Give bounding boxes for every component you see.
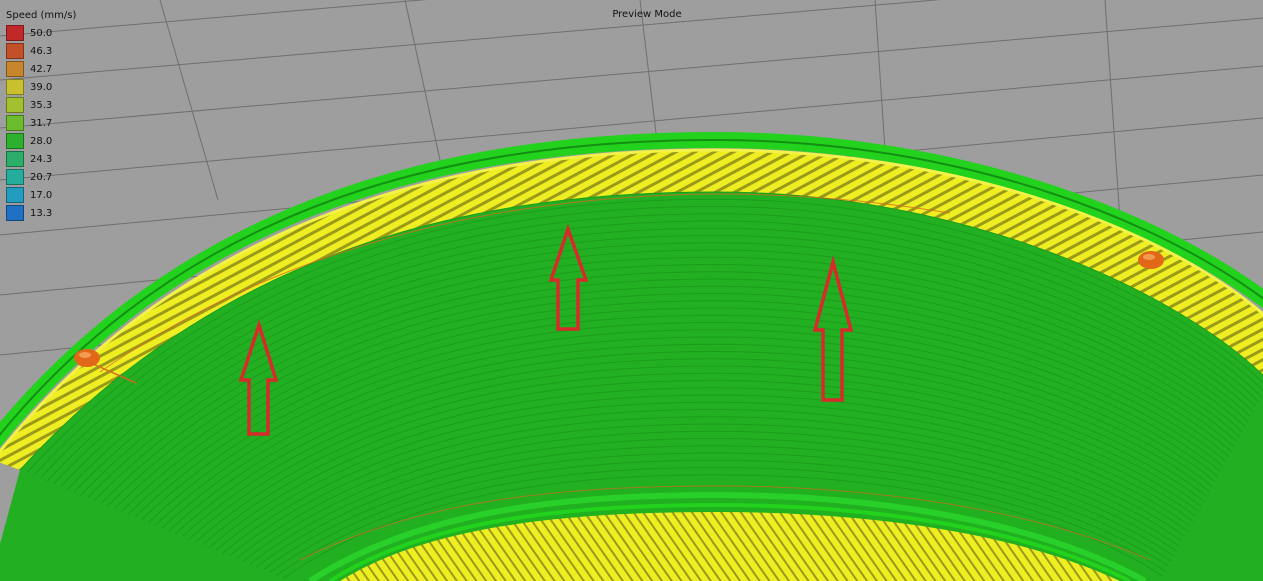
legend-value: 20.7 [30, 171, 53, 183]
legend-value: 17.0 [30, 189, 53, 201]
legend-row: 50.0 [6, 24, 76, 42]
legend-row: 20.7 [6, 168, 76, 186]
legend-row: 35.3 [6, 96, 76, 114]
legend-row: 24.3 [6, 150, 76, 168]
legend-swatch [6, 79, 24, 95]
legend-value: 46.3 [30, 45, 53, 57]
legend-row: 46.3 [6, 42, 76, 60]
preview-scene[interactable] [0, 0, 1263, 581]
speed-legend: Speed (mm/s) 50.0 46.3 42.7 39.0 35.3 31.7 28.… [6, 9, 76, 222]
legend-value: 39.0 [30, 81, 53, 93]
legend-swatch [6, 25, 24, 41]
legend-swatch [6, 169, 24, 185]
legend-row: 42.7 [6, 60, 76, 78]
legend-row: 28.0 [6, 132, 76, 150]
legend-value: 24.3 [30, 153, 53, 165]
legend-title: Speed (mm/s) [6, 10, 77, 21]
legend-value: 35.3 [30, 99, 53, 111]
legend-swatch [6, 115, 24, 131]
legend-row: 13.3 [6, 204, 76, 222]
legend-row: 17.0 [6, 186, 76, 204]
legend-swatch [6, 61, 24, 77]
legend-value: 28.0 [30, 135, 53, 147]
preview-viewport[interactable]: Preview Mode Speed (mm/s) 50.0 46.3 42.7 39… [0, 0, 1263, 581]
legend-value: 42.7 [30, 63, 53, 75]
preview-mode-label: Preview Mode [612, 9, 682, 20]
legend-value: 50.0 [30, 27, 53, 39]
legend-value: 31.7 [30, 117, 53, 129]
legend-swatch [6, 97, 24, 113]
legend-value: 13.3 [30, 207, 53, 219]
legend-row: 31.7 [6, 114, 76, 132]
legend-row: 39.0 [6, 78, 76, 96]
legend-swatch [6, 133, 24, 149]
legend-swatch [6, 43, 24, 59]
legend-swatch [6, 151, 24, 167]
legend-swatch [6, 205, 24, 221]
seam-marker-right [1138, 251, 1164, 269]
legend-swatch [6, 187, 24, 203]
